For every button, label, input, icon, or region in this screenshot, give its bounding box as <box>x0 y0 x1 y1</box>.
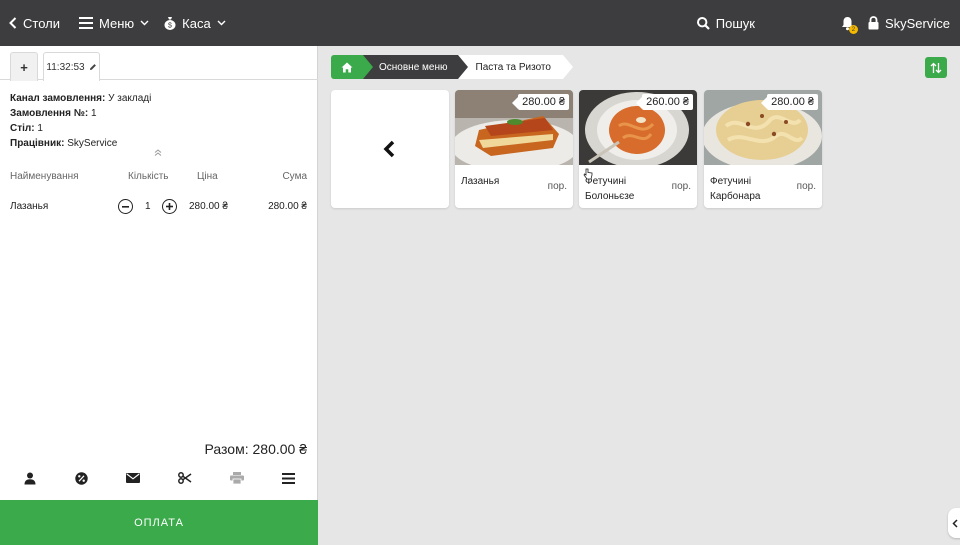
svg-text:$: $ <box>168 23 172 30</box>
order-actions <box>0 466 318 490</box>
sort-arrows-icon <box>930 62 942 73</box>
product-card-lasagna[interactable]: 280.00 ₴ Лазанья пор. <box>455 90 573 208</box>
column-qty-header: Кількість <box>128 171 169 182</box>
price-tag: 280.00 ₴ <box>761 94 818 110</box>
order-info: Канал замовлення: У закладі Замовлення №… <box>10 91 151 151</box>
collapse-info-icon[interactable] <box>154 148 162 158</box>
hamburger-icon <box>281 472 295 484</box>
product-card-bolognese[interactable]: 260.00 ₴ Фетучині Болоньєзе пор. <box>579 90 697 208</box>
more-options-button[interactable] <box>276 466 300 490</box>
item-name: Лазанья <box>10 201 49 212</box>
column-price-header: Ціна <box>197 171 218 182</box>
price-tag: 260.00 ₴ <box>636 94 693 110</box>
product-name: Фетучині Болоньєзе <box>585 176 635 202</box>
chevron-down-icon <box>140 20 149 26</box>
order-employee: Працівник: SkyService <box>10 138 118 149</box>
order-number: Замовлення №: 1 <box>10 108 97 119</box>
order-channel: Канал замовлення: У закладі <box>10 93 152 104</box>
side-panel-toggle[interactable] <box>948 508 960 538</box>
plus-icon <box>166 203 173 210</box>
increase-qty-button[interactable] <box>162 199 177 214</box>
home-icon <box>341 62 353 72</box>
decrease-qty-button[interactable] <box>118 199 133 214</box>
product-name: Лазанья <box>461 176 500 187</box>
column-sum-header: Сума <box>282 171 307 182</box>
send-message-button[interactable] <box>121 466 145 490</box>
product-card-carbonara[interactable]: 280.00 ₴ Фетучині Карбонара пор. <box>704 90 822 208</box>
percent-icon <box>74 471 88 485</box>
product-unit: пор. <box>796 181 816 192</box>
product-unit: пор. <box>671 181 691 192</box>
bolognese-image: 260.00 ₴ <box>579 90 697 165</box>
scissors-icon <box>178 472 192 484</box>
notification-badge: 2 <box>848 25 858 34</box>
breadcrumb-current-label: Паста та Ризото <box>475 61 551 73</box>
search-icon <box>696 16 710 30</box>
breadcrumb-home[interactable] <box>331 55 373 79</box>
order-tabs: + 11:32:53 <box>0 46 318 81</box>
tables-label: Столи <box>23 15 60 31</box>
tables-button[interactable]: Столи <box>9 0 60 46</box>
column-name-header: Найменування <box>10 171 79 182</box>
split-order-button[interactable] <box>173 466 197 490</box>
chevron-left-icon <box>952 518 958 528</box>
search-button[interactable]: Пошук <box>696 0 755 46</box>
item-price: 280.00 ₴ <box>189 201 228 212</box>
new-order-tab[interactable]: + <box>10 52 38 81</box>
chevron-down-icon <box>217 20 226 26</box>
notifications-button[interactable]: 2 <box>841 0 858 46</box>
order-panel: + 11:32:53 Канал замовлення: У закладі З… <box>0 46 318 545</box>
product-name: Фетучині Карбонара <box>710 176 761 202</box>
breadcrumb-current: Паста та Ризото <box>457 55 573 79</box>
minus-icon <box>122 205 129 208</box>
money-bag-icon: $ <box>164 17 176 30</box>
lasagna-image: 280.00 ₴ <box>455 90 573 165</box>
pay-button[interactable]: ОПЛАТА <box>0 500 318 545</box>
order-total: Разом: 280.00 ₴ <box>204 441 307 457</box>
item-qty: 1 <box>145 201 151 212</box>
customer-button[interactable] <box>18 466 42 490</box>
hamburger-icon <box>79 17 93 29</box>
order-tab-current[interactable]: 11:32:53 <box>43 52 100 81</box>
item-sum: 280.00 ₴ <box>268 201 307 212</box>
back-card[interactable] <box>331 90 449 208</box>
print-button[interactable] <box>225 466 249 490</box>
user-icon <box>24 472 36 484</box>
menu-label: Меню <box>99 15 135 31</box>
breadcrumb-main-menu-label: Основне меню <box>379 61 448 73</box>
carbonara-image: 280.00 ₴ <box>704 90 822 165</box>
lock-user-button[interactable]: SkyService <box>868 0 950 46</box>
pointer-cursor-icon <box>583 168 593 180</box>
menu-dropdown[interactable]: Меню <box>79 0 149 46</box>
order-tab-time: 11:32:53 <box>46 61 85 73</box>
breadcrumb-main-menu[interactable]: Основне меню <box>363 55 468 79</box>
top-bar: Столи Меню $ Каса Пошук 2 SkyService <box>0 0 960 46</box>
chevron-left-icon <box>9 17 17 29</box>
cash-label: Каса <box>182 15 211 31</box>
price-tag: 280.00 ₴ <box>512 94 569 110</box>
lock-icon <box>868 16 879 30</box>
envelope-icon <box>126 473 140 483</box>
chevron-left-icon <box>383 140 395 158</box>
product-unit: пор. <box>547 181 567 192</box>
user-label: SkyService <box>884 15 950 31</box>
breadcrumb: Основне меню Паста та Ризото <box>331 55 573 79</box>
search-label: Пошук <box>715 15 755 31</box>
pencil-icon <box>89 64 96 70</box>
printer-icon <box>230 472 244 484</box>
order-table: Стіл: 1 <box>10 123 43 134</box>
sort-button[interactable] <box>925 57 947 78</box>
cash-dropdown[interactable]: $ Каса <box>164 0 226 46</box>
discount-button[interactable] <box>69 466 93 490</box>
